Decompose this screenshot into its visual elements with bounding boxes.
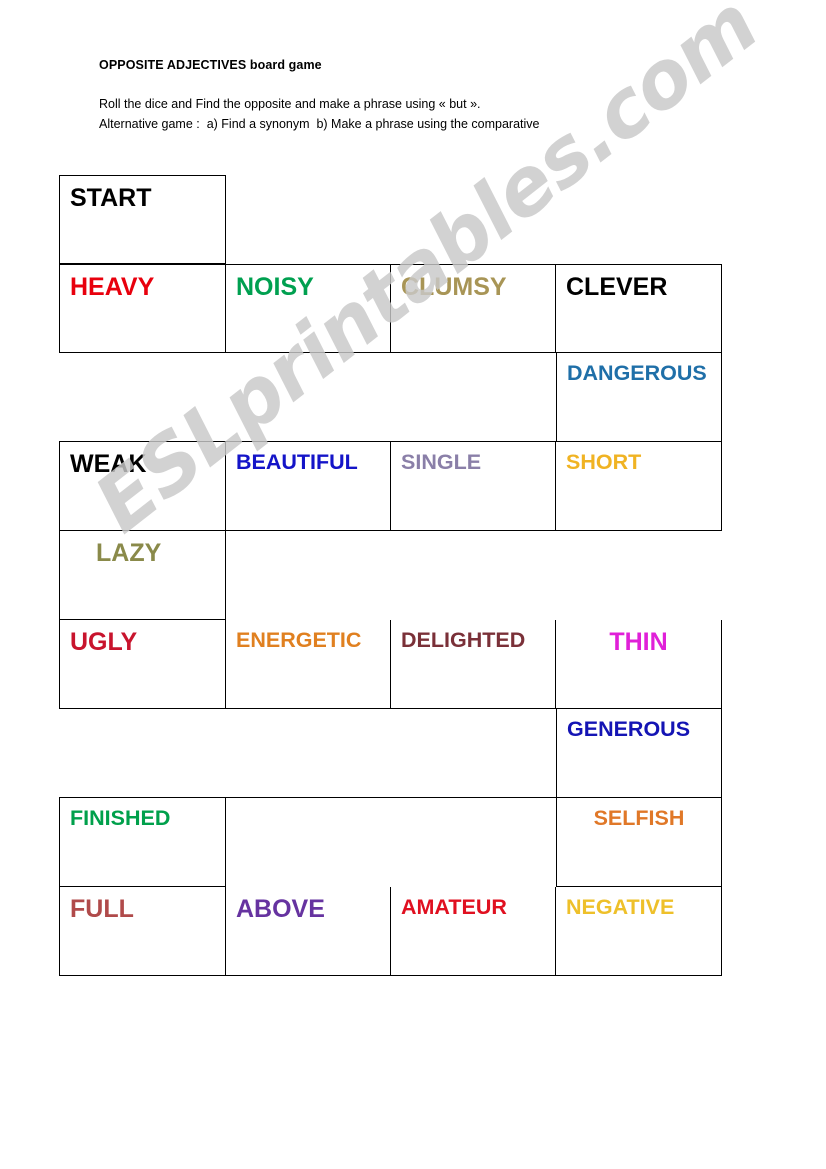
board-cell-label: THIN <box>609 628 668 656</box>
instruction-line-1: Roll the dice and Find the opposite and … <box>99 97 481 111</box>
board-cell-label: NOISY <box>236 273 314 301</box>
board-cell-label: ENERGETIC <box>236 628 362 652</box>
instruction-line-2: Alternative game : a) Find a synonym b) … <box>99 117 540 132</box>
board-cell-label: GENEROUS <box>567 717 691 741</box>
board-row: LAZY <box>59 531 722 620</box>
board-game-grid: START HEAVY NOISY CLUMSY CLEVER DANGEROU… <box>59 175 722 976</box>
board-cell-label: SINGLE <box>401 450 482 474</box>
worksheet-header: OPPOSITE ADJECTIVES board game Roll the … <box>99 58 739 135</box>
board-cell-thin[interactable]: THIN <box>556 620 722 709</box>
board-cell-label: ABOVE <box>236 895 325 923</box>
board-cell-label: LAZY <box>96 539 162 567</box>
board-cell-label: CLUMSY <box>401 273 507 301</box>
board-row: START <box>59 175 722 264</box>
board-row: GENEROUS <box>59 709 722 798</box>
board-cell-label: WEAK <box>70 450 147 478</box>
board-cell-beautiful[interactable]: BEAUTIFUL <box>226 442 391 531</box>
board-cell-clumsy[interactable]: CLUMSY <box>391 264 556 353</box>
board-cell-empty <box>391 531 556 620</box>
board-cell-selfish[interactable]: SELFISH <box>556 798 722 887</box>
board-cell-amateur[interactable]: AMATEUR <box>391 887 556 976</box>
board-cell-negative[interactable]: NEGATIVE <box>556 887 722 976</box>
board-cell-label: UGLY <box>70 628 138 656</box>
board-cell-label: HEAVY <box>70 273 155 301</box>
board-cell-empty <box>226 175 391 264</box>
board-cell-label: DANGEROUS <box>567 361 707 385</box>
board-cell-finished[interactable]: FINISHED <box>59 798 226 887</box>
board-cell-clever[interactable]: CLEVER <box>556 264 722 353</box>
board-row: WEAK BEAUTIFUL SINGLE SHORT <box>59 442 722 531</box>
board-cell-empty <box>226 531 391 620</box>
board-cell-noisy[interactable]: NOISY <box>226 264 391 353</box>
board-cell-delighted[interactable]: DELIGHTED <box>391 620 556 709</box>
board-cell-label: START <box>70 184 152 212</box>
board-row: FINISHED SELFISH <box>59 798 722 887</box>
board-cell-energetic[interactable]: ENERGETIC <box>226 620 391 709</box>
board-cell-empty <box>391 175 556 264</box>
board-cell-short[interactable]: SHORT <box>556 442 722 531</box>
board-cell-single[interactable]: SINGLE <box>391 442 556 531</box>
board-cell-above[interactable]: ABOVE <box>226 887 391 976</box>
board-row: DANGEROUS <box>59 353 722 442</box>
board-cell-empty <box>59 709 556 798</box>
board-row: UGLY ENERGETIC DELIGHTED THIN <box>59 620 722 709</box>
worksheet-page: OPPOSITE ADJECTIVES board game Roll the … <box>0 0 826 1169</box>
board-cell-heavy[interactable]: HEAVY <box>59 264 226 353</box>
board-row: HEAVY NOISY CLUMSY CLEVER <box>59 264 722 353</box>
board-cell-label: CLEVER <box>566 273 668 301</box>
board-cell-start[interactable]: START <box>59 175 226 264</box>
board-cell-label: NEGATIVE <box>566 895 675 919</box>
board-cell-label: SHORT <box>566 450 642 474</box>
board-cell-label: SELFISH <box>593 806 685 830</box>
board-cell-empty <box>391 798 556 887</box>
board-cell-weak[interactable]: WEAK <box>59 442 226 531</box>
board-cell-full[interactable]: FULL <box>59 887 226 976</box>
board-cell-label: AMATEUR <box>401 895 507 919</box>
board-cell-label: BEAUTIFUL <box>236 450 358 474</box>
board-cell-empty <box>59 353 556 442</box>
board-cell-lazy[interactable]: LAZY <box>59 531 226 620</box>
board-cell-empty <box>556 531 722 620</box>
board-cell-label: FULL <box>70 895 134 923</box>
board-cell-label: DELIGHTED <box>401 628 526 652</box>
board-row: FULL ABOVE AMATEUR NEGATIVE <box>59 887 722 976</box>
board-cell-empty <box>556 175 722 264</box>
board-cell-empty <box>226 798 391 887</box>
board-cell-generous[interactable]: GENEROUS <box>556 709 722 798</box>
board-cell-dangerous[interactable]: DANGEROUS <box>556 353 722 442</box>
board-cell-ugly[interactable]: UGLY <box>59 620 226 709</box>
board-cell-label: FINISHED <box>70 806 171 830</box>
page-title: OPPOSITE ADJECTIVES board game <box>99 58 322 72</box>
